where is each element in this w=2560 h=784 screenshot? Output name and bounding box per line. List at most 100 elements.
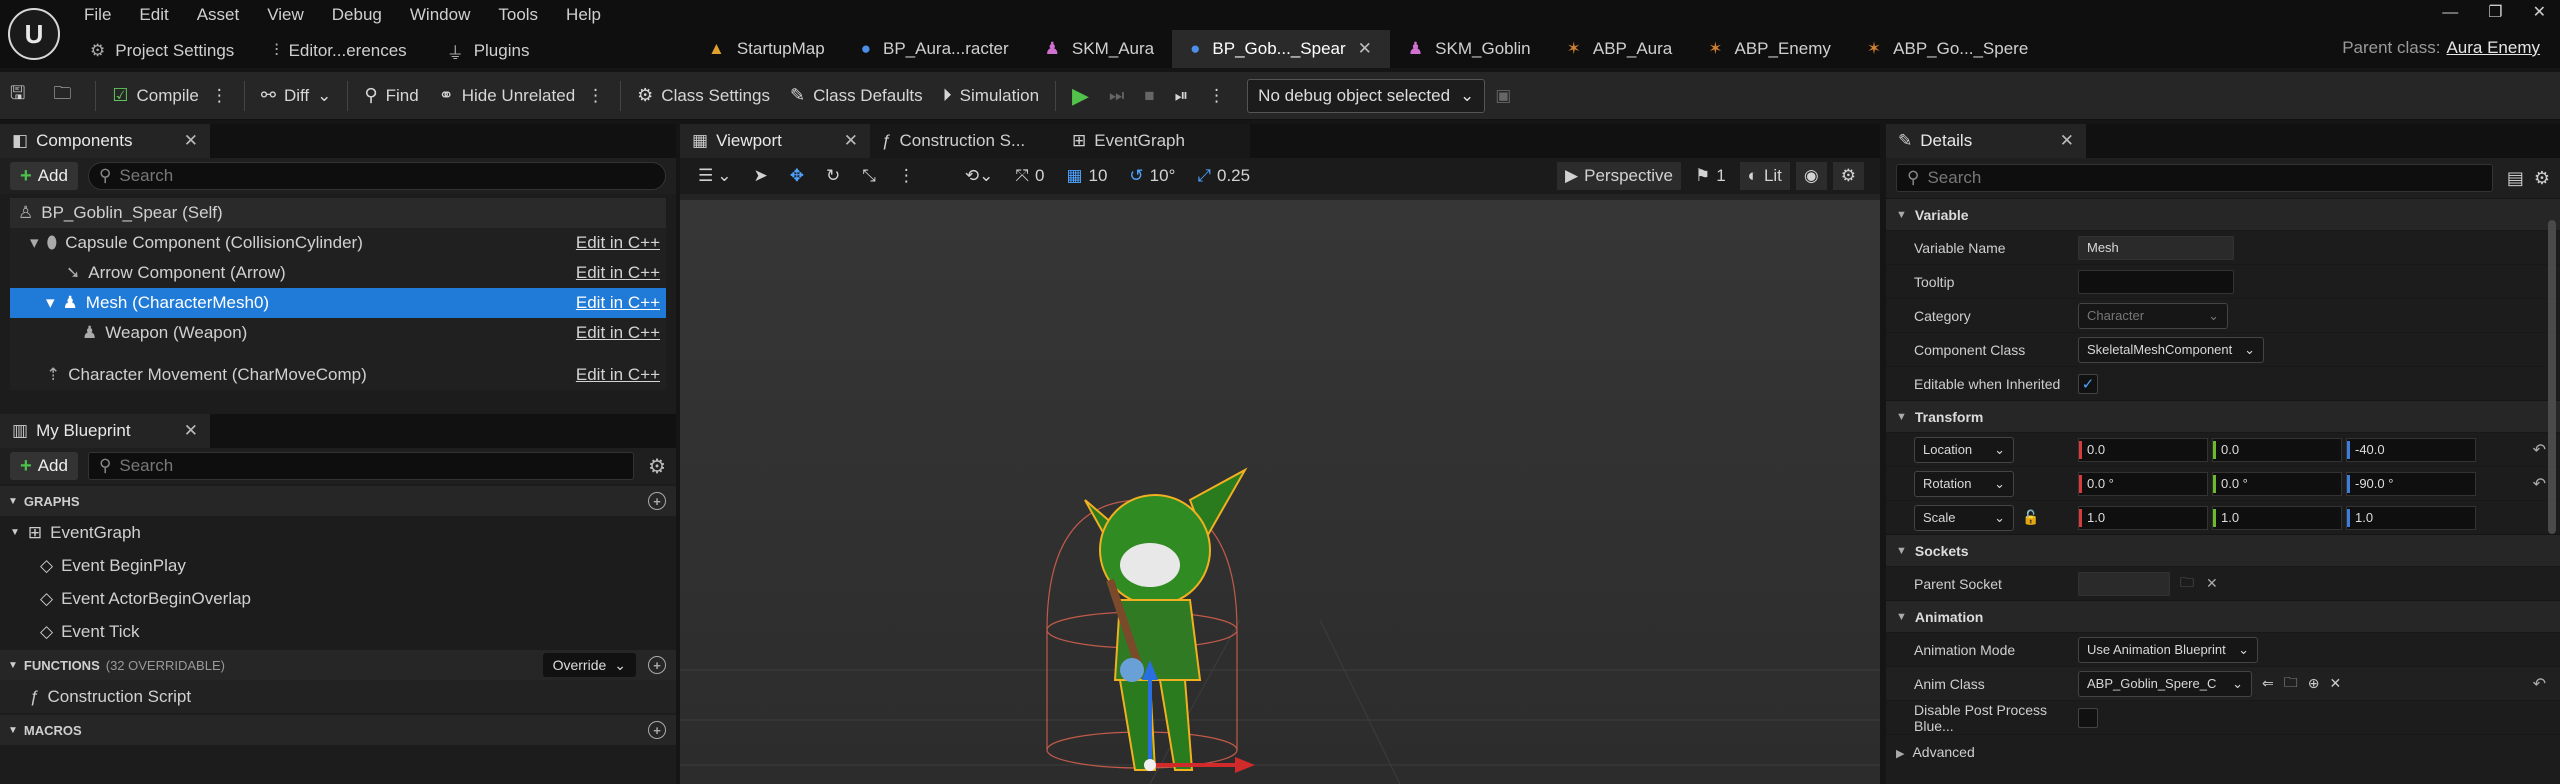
rotation-z-input[interactable]: -90.0 ° <box>2346 471 2476 496</box>
tooltip-input[interactable] <box>2078 269 2234 294</box>
tab-bp-goblin-spear[interactable]: ● BP_Gob..._Spear ✕ <box>1172 30 1390 68</box>
location-z-input[interactable]: -40.0 <box>2346 437 2476 462</box>
variable-name-input[interactable]: Mesh <box>2078 235 2234 260</box>
scale-mode-dropdown[interactable]: Scale ⌄ <box>1914 504 2014 531</box>
menu-file[interactable]: File <box>84 5 111 25</box>
tab-skm-aura[interactable]: ♟ SKM_Aura <box>1027 30 1172 68</box>
rotation-x-input[interactable]: 0.0 ° <box>2078 471 2208 496</box>
construction-script-item[interactable]: ƒ Construction Script <box>0 680 676 713</box>
tab-viewport[interactable]: ▦ Viewport ✕ <box>680 124 870 158</box>
more-options-icon[interactable]: ⋮ <box>587 86 604 106</box>
anim-class-dropdown[interactable]: ABP_Goblin_Spere_C ⌄ <box>2078 670 2252 697</box>
viewport-options-button[interactable]: ☰ ⌄ <box>690 162 740 190</box>
rotation-mode-dropdown[interactable]: Rotation ⌄ <box>1914 470 2014 497</box>
add-macro-icon[interactable]: + <box>648 721 666 739</box>
lit-dropdown[interactable]: ◐ Lit <box>1739 162 1790 190</box>
event-item[interactable]: ◇ Event Tick <box>0 615 676 648</box>
diff-button[interactable]: ⚯ Diff ⌄ <box>251 72 342 120</box>
window-close-icon[interactable]: ✕ <box>2533 4 2546 21</box>
animation-mode-dropdown[interactable]: Use Animation Blueprint ⌄ <box>2078 636 2258 663</box>
coordinate-space-button[interactable]: ⟲ ⌄ <box>957 162 1002 190</box>
debug-object-select[interactable]: No debug object selected ⌄ <box>1247 78 1486 113</box>
category-dropdown[interactable]: Character ⌄ <box>2078 302 2228 329</box>
editable-inherited-checkbox[interactable]: ✓ <box>2078 373 2098 394</box>
functions-section-header[interactable]: ▼ FUNCTIONS (32 OVERRIDABLE) Override ⌄ + <box>0 650 676 680</box>
simulation-button[interactable]: ⏵ Simulation <box>933 72 1049 120</box>
tab-event-graph[interactable]: ⊞ EventGraph <box>1060 124 1250 158</box>
tab-details[interactable]: ✎ Details ✕ <box>1886 124 2086 158</box>
transform-section-header[interactable]: ▼ Transform <box>1886 400 2560 432</box>
close-icon[interactable]: ✕ <box>184 421 198 441</box>
more-play-options[interactable]: ⋮ <box>1198 72 1235 120</box>
event-item[interactable]: ◇ Event ActorBeginOverlap <box>0 582 676 615</box>
rotation-snap-button[interactable]: ⤧ 0 <box>1007 162 1052 190</box>
disable-pp-checkbox[interactable] <box>2078 707 2098 728</box>
edit-in-cpp-link[interactable]: Edit in C++ <box>576 293 660 313</box>
macros-section-header[interactable]: ▼ MACROS + <box>0 715 676 745</box>
add-member-button[interactable]: + Add <box>10 452 78 480</box>
save-button[interactable]: 🖫 <box>0 72 43 120</box>
scale-z-input[interactable]: 1.0 <box>2346 505 2476 530</box>
more-options-icon[interactable]: ⋮ <box>211 86 228 106</box>
tab-components[interactable]: ◧ Components ✕ <box>0 124 210 158</box>
expand-arrow-icon[interactable]: ▾ <box>46 293 55 313</box>
event-item[interactable]: ◇ Event BeginPlay <box>0 549 676 582</box>
reset-arrow-icon[interactable]: ↶ <box>2533 674 2546 694</box>
class-defaults-button[interactable]: ✎ Class Defaults <box>780 72 933 120</box>
unreal-logo-icon[interactable]: U <box>8 8 60 60</box>
tree-item-arrow[interactable]: ➘ Arrow Component (Arrow) Edit in C++ <box>10 258 666 288</box>
reset-arrow-icon[interactable]: ↶ <box>2533 474 2546 494</box>
translate-tool-button[interactable]: ✥ <box>782 162 812 190</box>
expand-arrow-icon[interactable]: ▾ <box>30 233 39 253</box>
menu-window[interactable]: Window <box>410 5 470 25</box>
scale-snap-button[interactable]: ⤢ 0.25 <box>1189 162 1258 190</box>
tab-abp-aura[interactable]: ✶ ABP_Aura <box>1549 30 1691 68</box>
parent-class-link[interactable]: Aura Enemy <box>2446 38 2540 57</box>
class-settings-button[interactable]: ⚙ Class Settings <box>627 72 780 120</box>
project-settings-button[interactable]: ⚙ Project Settings <box>70 34 254 68</box>
my-blueprint-search-input[interactable]: ⚲ Search <box>87 452 635 480</box>
menu-help[interactable]: Help <box>566 5 601 25</box>
menu-debug[interactable]: Debug <box>332 5 382 25</box>
debug-browse-button[interactable]: ▣ <box>1485 72 1521 120</box>
edit-in-cpp-link[interactable]: Edit in C++ <box>576 365 660 385</box>
tree-item-character-movement[interactable]: ⇡ Character Movement (CharMoveComp) Edit i… <box>10 360 666 390</box>
add-icon[interactable]: ⊕ <box>2308 675 2320 692</box>
details-search-input[interactable]: ⚲ Search <box>1896 164 2493 192</box>
scale-tool-button[interactable]: ⤡ <box>854 162 884 190</box>
stop-button[interactable]: ■ <box>1134 72 1164 120</box>
override-dropdown[interactable]: Override ⌄ <box>542 653 636 677</box>
tree-item-capsule[interactable]: ▾ ⬮ Capsule Component (CollisionCylinder) E… <box>10 228 666 258</box>
reset-arrow-icon[interactable]: ↶ <box>2533 440 2546 460</box>
add-graph-icon[interactable]: + <box>648 492 666 510</box>
graphs-section-header[interactable]: ▼ GRAPHS + <box>0 486 676 516</box>
close-icon[interactable]: ✕ <box>1358 39 1372 59</box>
add-function-icon[interactable]: + <box>648 656 666 674</box>
editor-preferences-button[interactable]: ⫶ Editor...erences <box>254 34 426 68</box>
scale-y-input[interactable]: 1.0 <box>2212 505 2342 530</box>
minimize-icon[interactable]: — <box>2442 4 2458 21</box>
close-icon[interactable]: ✕ <box>2060 131 2074 151</box>
tab-abp-enemy[interactable]: ✶ ABP_Enemy <box>1690 30 1849 68</box>
menu-view[interactable]: View <box>267 5 304 25</box>
use-selected-icon[interactable]: ⇐ <box>2262 675 2274 692</box>
collapse-arrow-icon[interactable]: ▼ <box>10 527 20 538</box>
camera-speed-dropdown[interactable]: ⚑ 1 <box>1687 162 1734 190</box>
location-x-input[interactable]: 0.0 <box>2078 437 2208 462</box>
clear-icon[interactable]: ✕ <box>2329 675 2341 692</box>
tree-item-mesh[interactable]: ▾ ♟ Mesh (CharacterMesh0) Edit in C++ <box>10 288 666 318</box>
sockets-section-header[interactable]: ▼ Sockets <box>1886 534 2560 566</box>
menu-edit[interactable]: Edit <box>139 5 168 25</box>
rotate-tool-button[interactable]: ↻ <box>818 162 848 190</box>
viewport-settings-dropdown[interactable]: ⚙ <box>1832 162 1864 190</box>
table-view-icon[interactable]: ▤ <box>2507 168 2524 189</box>
browse-icon[interactable]: 🗀 <box>2284 672 2298 696</box>
variable-section-header[interactable]: ▼ Variable <box>1886 198 2560 230</box>
perspective-dropdown[interactable]: ▶ Perspective <box>1557 162 1681 190</box>
tab-abp-goblin-spere[interactable]: ✶ ABP_Go..._Spere <box>1849 30 2046 68</box>
edit-in-cpp-link[interactable]: Edit in C++ <box>576 263 660 283</box>
tab-bp-aura-character[interactable]: ● BP_Aura...racter <box>843 30 1027 68</box>
edit-in-cpp-link[interactable]: Edit in C++ <box>576 323 660 343</box>
viewport-canvas[interactable] <box>680 200 1880 784</box>
transform-more-button[interactable]: ⋮ <box>890 162 923 190</box>
